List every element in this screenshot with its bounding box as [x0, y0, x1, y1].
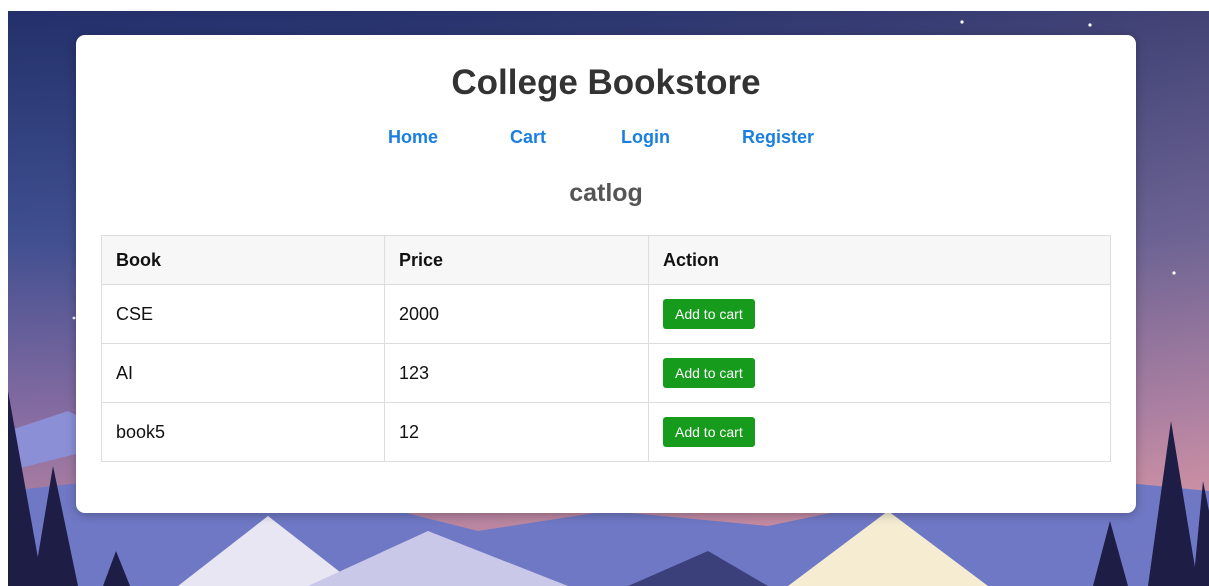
table-header-row: Book Price Action: [101, 235, 1111, 285]
column-header-action: Action: [648, 235, 1111, 285]
star: [1088, 23, 1092, 27]
star: [960, 20, 964, 24]
table-row: AI 123 Add to cart: [101, 343, 1111, 403]
book-cell: book5: [101, 402, 385, 462]
action-cell: Add to cart: [648, 343, 1111, 403]
site-title: College Bookstore: [451, 63, 761, 102]
nav-link-login[interactable]: Login: [621, 127, 670, 148]
catalog-table-header: Book Price Action: [101, 235, 1111, 285]
catalog-table: Book Price Action CSE 2000 Add to cart A…: [101, 235, 1111, 462]
nav-link-cart[interactable]: Cart: [510, 127, 546, 148]
catalog-heading: catlog: [569, 179, 643, 207]
main-nav: Home Cart Login Register: [76, 127, 1136, 151]
bookstore-card: College Bookstore Home Cart Login Regist…: [76, 35, 1136, 513]
page-viewport: College Bookstore Home Cart Login Regist…: [8, 11, 1209, 586]
table-row: book5 12 Add to cart: [101, 402, 1111, 462]
nav-link-register[interactable]: Register: [742, 127, 814, 148]
price-cell: 2000: [384, 284, 649, 344]
add-to-cart-button[interactable]: Add to cart: [663, 358, 755, 388]
add-to-cart-button[interactable]: Add to cart: [663, 417, 755, 447]
nav-link-home[interactable]: Home: [388, 127, 438, 148]
column-header-price: Price: [384, 235, 649, 285]
price-cell: 12: [384, 402, 649, 462]
catalog-table-body: CSE 2000 Add to cart AI 123 Add to cart …: [101, 284, 1111, 462]
table-row: CSE 2000 Add to cart: [101, 284, 1111, 344]
action-cell: Add to cart: [648, 402, 1111, 462]
add-to-cart-button[interactable]: Add to cart: [663, 299, 755, 329]
book-cell: CSE: [101, 284, 385, 344]
book-cell: AI: [101, 343, 385, 403]
star: [72, 316, 76, 320]
price-cell: 123: [384, 343, 649, 403]
column-header-book: Book: [101, 235, 385, 285]
action-cell: Add to cart: [648, 284, 1111, 344]
star: [1172, 271, 1176, 275]
